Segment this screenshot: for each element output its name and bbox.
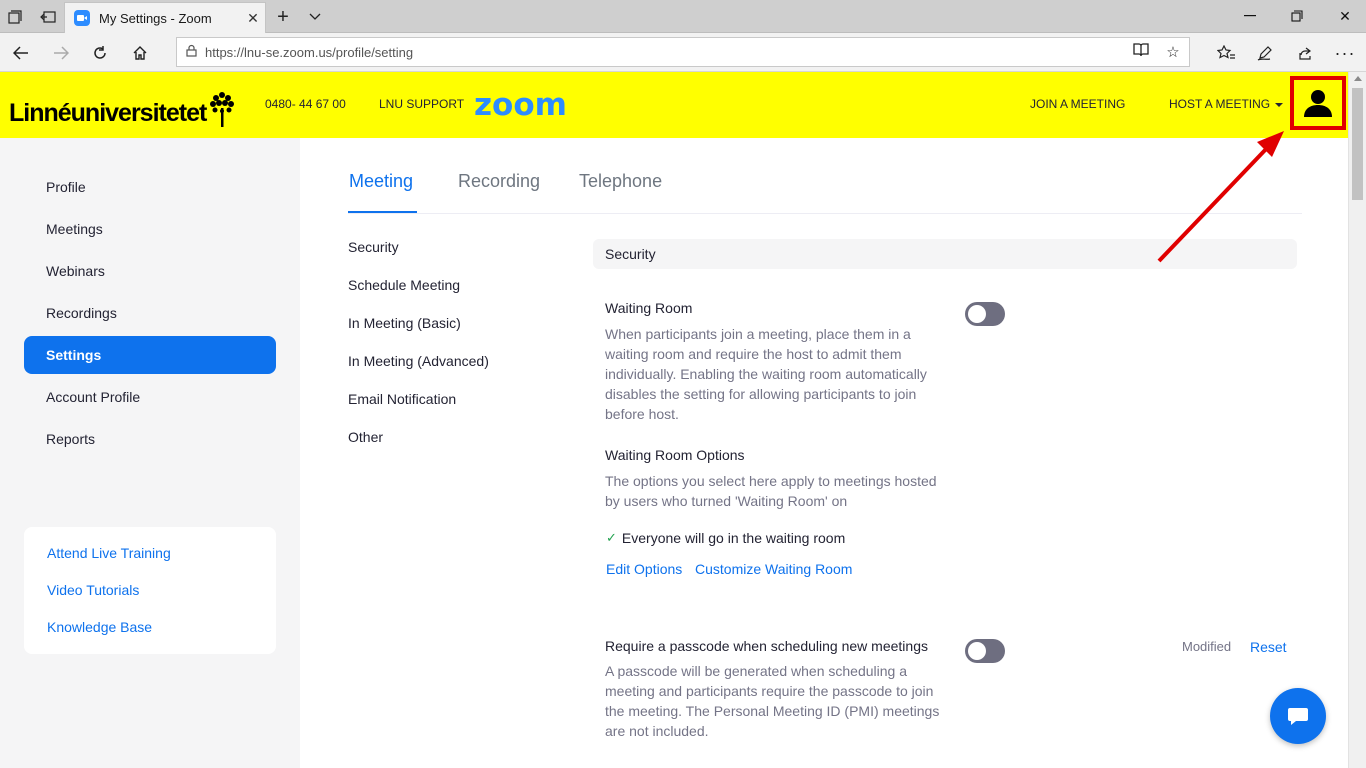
university-name: Linnéuniversitetet xyxy=(9,99,207,127)
sidebar-item-reports[interactable]: Reports xyxy=(24,420,276,458)
profile-avatar-button[interactable] xyxy=(1290,76,1346,130)
passcode-description: A passcode will be generated when schedu… xyxy=(605,663,940,739)
subnav-schedule-meeting[interactable]: Schedule Meeting xyxy=(348,277,460,293)
knowledge-base-link[interactable]: Knowledge Base xyxy=(47,619,152,635)
waiting-room-options-description: The options you select here apply to mee… xyxy=(605,473,937,509)
passcode-title: Require a passcode when scheduling new m… xyxy=(605,638,928,654)
refresh-icon[interactable] xyxy=(87,40,113,66)
subnav-in-meeting-basic[interactable]: In Meeting (Basic) xyxy=(348,315,461,331)
tab-preview-chevron-icon[interactable] xyxy=(304,6,326,28)
close-tab-icon[interactable]: ✕ xyxy=(241,10,265,27)
forward-icon[interactable] xyxy=(48,40,74,66)
url-input[interactable]: https://lnu-se.zoom.us/profile/setting ☆ xyxy=(176,37,1190,67)
share-icon[interactable] xyxy=(1292,40,1318,66)
waiting-room-toggle[interactable] xyxy=(965,302,1005,326)
tree-icon xyxy=(210,92,235,127)
browser-address-bar: https://lnu-se.zoom.us/profile/setting ☆… xyxy=(0,33,1366,72)
url-text: https://lnu-se.zoom.us/profile/setting xyxy=(205,44,414,60)
lock-icon xyxy=(177,44,205,60)
tab-meeting[interactable]: Meeting xyxy=(349,171,413,192)
page-scrollbar[interactable] xyxy=(1348,72,1366,768)
home-icon[interactable] xyxy=(127,40,153,66)
chat-bubble-icon xyxy=(1288,708,1308,725)
sidebar-item-recordings[interactable]: Recordings xyxy=(24,294,276,332)
favorites-icon[interactable] xyxy=(1213,40,1239,66)
sidebar-item-profile[interactable]: Profile xyxy=(24,168,276,206)
active-tab-indicator xyxy=(348,211,417,213)
selected-waiting-room-option: ✓ Everyone will go in the waiting room xyxy=(606,530,845,546)
lnu-support-link[interactable]: LNU SUPPORT xyxy=(379,97,464,111)
video-tutorials-link[interactable]: Video Tutorials xyxy=(47,582,139,598)
sidebar-item-account-profile[interactable]: Account Profile xyxy=(24,378,276,416)
reset-link[interactable]: Reset xyxy=(1250,639,1287,655)
help-links-card: Attend Live Training Video Tutorials Kno… xyxy=(24,527,276,654)
site-header: Linnéuniversitetet 0480- 44 67 00 LNU SU… xyxy=(0,72,1348,138)
lnu-logo[interactable]: Linnéuniversitetet xyxy=(9,88,235,128)
attend-live-training-link[interactable]: Attend Live Training xyxy=(47,545,171,561)
waiting-room-description: When participants join a meeting, place … xyxy=(605,326,927,422)
sidebar: Profile Meetings Webinars Recordings Set… xyxy=(0,138,300,768)
subnav-security[interactable]: Security xyxy=(348,239,399,255)
host-meeting-menu[interactable]: HOST A MEETING xyxy=(1169,97,1284,111)
close-window-icon[interactable]: ✕ xyxy=(1333,4,1357,28)
subnav-other[interactable]: Other xyxy=(348,429,383,445)
browser-tab[interactable]: My Settings - Zoom ✕ xyxy=(64,2,266,33)
caret-down-icon xyxy=(1275,102,1284,107)
support-phone[interactable]: 0480- 44 67 00 xyxy=(265,97,346,111)
join-meeting-link[interactable]: JOIN A MEETING xyxy=(1030,97,1125,111)
tab-title: My Settings - Zoom xyxy=(99,10,212,26)
reading-view-icon[interactable] xyxy=(1125,43,1157,61)
user-avatar-icon xyxy=(1304,90,1332,117)
waiting-room-title: Waiting Room xyxy=(605,300,693,316)
modified-label: Modified xyxy=(1182,639,1232,654)
section-header-security: Security xyxy=(593,239,1297,269)
sidebar-item-meetings[interactable]: Meetings xyxy=(24,210,276,248)
new-tab-icon[interactable]: + xyxy=(272,6,294,28)
zoom-favicon-icon xyxy=(74,10,90,26)
scrollbar-thumb[interactable] xyxy=(1352,88,1363,200)
browser-tab-bar: My Settings - Zoom ✕ + ✕ xyxy=(0,0,1366,33)
host-meeting-label: HOST A MEETING xyxy=(1169,97,1271,111)
tab-telephone[interactable]: Telephone xyxy=(579,171,662,192)
customize-waiting-room-link[interactable]: Customize Waiting Room xyxy=(695,561,852,577)
restore-icon[interactable] xyxy=(1285,4,1309,28)
selected-option-label: Everyone will go in the waiting room xyxy=(621,530,846,546)
more-options-icon[interactable]: ··· xyxy=(1332,40,1358,66)
scroll-up-icon[interactable] xyxy=(1354,76,1362,81)
chat-support-button[interactable] xyxy=(1270,688,1326,744)
back-icon[interactable] xyxy=(8,40,34,66)
checkmark-icon: ✓ xyxy=(606,530,617,545)
sidebar-item-settings[interactable]: Settings xyxy=(24,336,276,374)
pen-icon[interactable] xyxy=(1252,40,1278,66)
settings-tabs: Meeting Recording Telephone xyxy=(348,165,1302,214)
waiting-room-options-title: Waiting Room Options xyxy=(605,447,745,463)
edit-options-link[interactable]: Edit Options xyxy=(606,561,682,577)
sidebar-item-webinars[interactable]: Webinars xyxy=(24,252,276,290)
zoom-logo[interactable]: zoom xyxy=(474,87,567,123)
tab-recording[interactable]: Recording xyxy=(458,171,540,192)
favorite-star-icon[interactable]: ☆ xyxy=(1157,43,1189,61)
set-tabs-aside-icon[interactable] xyxy=(37,6,59,28)
tab-actions-icon[interactable] xyxy=(4,6,26,28)
minimize-icon[interactable] xyxy=(1238,4,1262,28)
subnav-in-meeting-advanced[interactable]: In Meeting (Advanced) xyxy=(348,353,489,369)
passcode-toggle[interactable] xyxy=(965,639,1005,663)
subnav-email-notification[interactable]: Email Notification xyxy=(348,391,456,407)
